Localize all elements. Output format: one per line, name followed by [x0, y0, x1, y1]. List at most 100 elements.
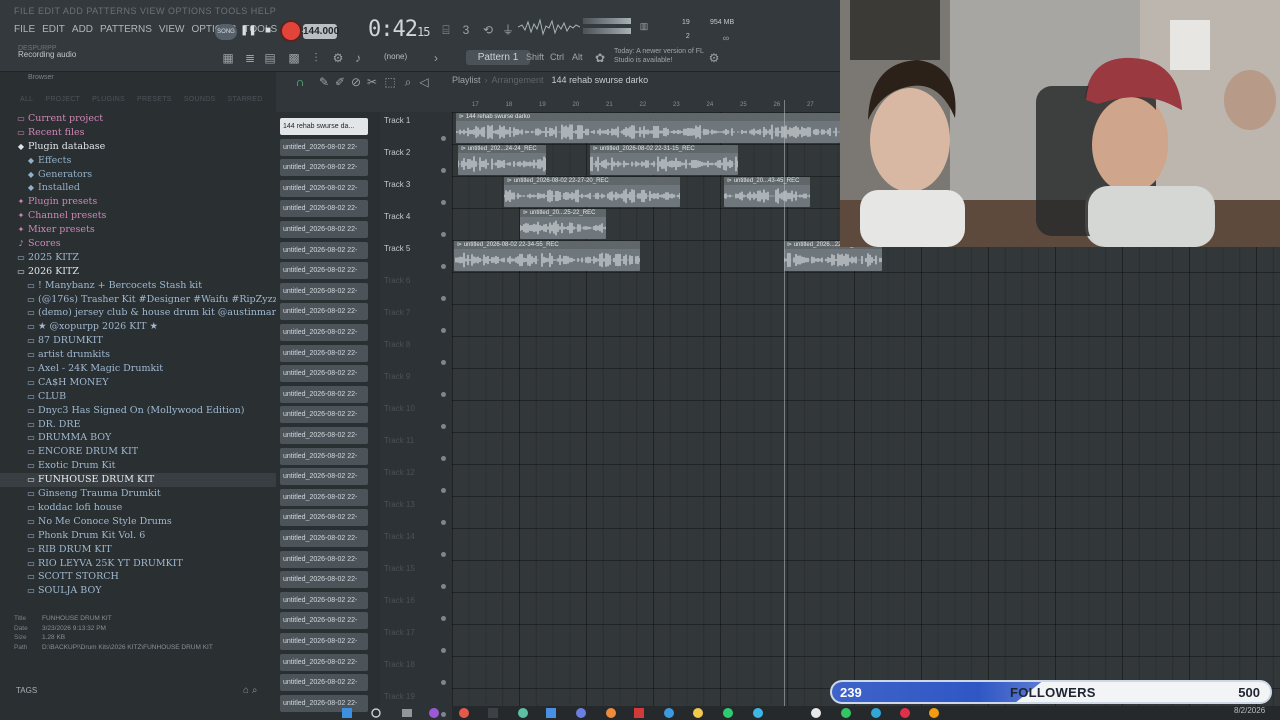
pattern-item[interactable]: untitled_2026-08-02 22-	[280, 179, 368, 197]
track-label[interactable]: Track 8	[384, 340, 410, 349]
track-label[interactable]: Track 18	[384, 660, 415, 669]
browser-item[interactable]: ▭ ENCORE DRUM KIT	[0, 445, 276, 459]
pattern-item[interactable]: untitled_2026-08-02 22-	[280, 488, 368, 506]
browser-item[interactable]: ▭ Ginseng Trauma Drumkit	[0, 487, 276, 501]
browser-item[interactable]: ▭ koddac lofi house	[0, 501, 276, 515]
audio-clip[interactable]: ⊳ untitled_2026-08-02 22-31-15_REC	[590, 145, 738, 175]
track-label[interactable]: Track 13	[384, 500, 415, 509]
search-icon[interactable]: ⌕	[252, 685, 258, 696]
metronome-icon[interactable]: ⌸	[438, 22, 454, 38]
track-mute-led[interactable]	[441, 200, 446, 205]
slice-tool-icon[interactable]: ✂	[364, 74, 380, 90]
chevron-right-icon[interactable]: ›	[428, 50, 444, 66]
pause-icon[interactable]: ❚❚	[240, 23, 257, 39]
tag-icon[interactable]: ⌂	[243, 685, 249, 696]
loop-record-icon[interactable]: ⟲	[480, 22, 496, 38]
select-tool-icon[interactable]: ⬚	[382, 74, 398, 90]
track-mute-led[interactable]	[441, 552, 446, 557]
browser-item[interactable]: ▭ FUNHOUSE DRUM KIT	[0, 473, 276, 488]
browser-item[interactable]: ◆ Installed	[0, 181, 276, 195]
pattern-item[interactable]: untitled_2026-08-02 22-	[280, 324, 368, 341]
wait-icon[interactable]: ⏚	[500, 22, 516, 38]
menu-item-add[interactable]: ADD	[72, 24, 93, 35]
pattern-item[interactable]: untitled_2026-08-02 22-	[280, 241, 368, 259]
pattern-selector[interactable]: Pattern 1	[466, 50, 530, 65]
pattern-item[interactable]: untitled_2026-08-02 22-	[280, 468, 368, 486]
paint-tool-icon[interactable]: ✐	[332, 74, 348, 90]
pattern-item[interactable]: untitled_2026-08-02 22-	[280, 303, 368, 321]
track-label[interactable]: Track 14	[384, 532, 415, 541]
browser-item[interactable]: ▭ Phonk Drum Kit Vol. 6	[0, 529, 276, 543]
track-mute-led[interactable]	[441, 616, 446, 621]
track-label[interactable]: Track 4	[384, 212, 410, 221]
track-label[interactable]: Track 5	[384, 244, 410, 253]
browser-item[interactable]: ✦ Mixer presets	[0, 223, 276, 237]
playlist-icon[interactable]: ▩	[286, 50, 302, 66]
playhead[interactable]	[784, 100, 785, 706]
pattern-item[interactable]: untitled_2026-08-02 22-	[280, 447, 368, 465]
song-mode-toggle[interactable]: SONG	[215, 24, 237, 40]
zoom-tool-icon[interactable]: ⌕	[400, 74, 416, 90]
browser-item[interactable]: ▭ 2025 KITZ	[0, 251, 276, 265]
pattern-item[interactable]: untitled_2026-08-02 22-	[280, 530, 368, 547]
timeline-ruler[interactable]: 17 18 19 20 21 22 23 24 25 26 27	[456, 100, 840, 112]
menu-item-edit[interactable]: EDIT	[42, 24, 65, 35]
browser-item[interactable]: ▭ ★ @xopurpp 2026 KIT ★	[0, 320, 276, 334]
browser-item[interactable]: ▭ SOULJA BOY	[0, 584, 276, 598]
track-label[interactable]: Track 3	[384, 180, 410, 189]
track-label[interactable]: Track 2	[384, 148, 410, 157]
pattern-item[interactable]: 144 rehab swurse da...	[280, 118, 368, 135]
pattern-item[interactable]: untitled_2026-08-02 22-	[280, 571, 368, 589]
pattern-item[interactable]: untitled_2026-08-02 22-	[280, 674, 368, 692]
track-mute-led[interactable]	[441, 232, 446, 237]
browser-item[interactable]: ♪ Scores	[0, 237, 276, 251]
pattern-item[interactable]: untitled_2026-08-02 22-	[280, 591, 368, 609]
browser-item[interactable]: ▭ No Me Conoce Style Drums	[0, 515, 276, 529]
pattern-item[interactable]: untitled_2026-08-02 22-	[280, 653, 368, 671]
browser-item[interactable]: ◆ Plugin database	[0, 140, 276, 154]
key-alt[interactable]: Alt	[572, 52, 583, 62]
magnet-icon[interactable]: ∩	[292, 74, 308, 90]
track-label[interactable]: Track 7	[384, 308, 410, 317]
draw-tool-icon[interactable]: ✎	[316, 74, 332, 90]
track-mute-led[interactable]	[441, 424, 446, 429]
tempo-display[interactable]: 144.000	[303, 24, 339, 39]
pattern-item[interactable]: untitled_2026-08-02 22-	[280, 221, 368, 238]
track-label[interactable]: Track 15	[384, 564, 415, 573]
browser-item[interactable]: ▭ (demo) jersey club & house drum kit @au…	[0, 306, 281, 320]
pattern-item[interactable]: untitled_2026-08-02 22-	[280, 633, 368, 650]
arrangement-label[interactable]: Arrangement	[492, 75, 544, 85]
browser-item[interactable]: ▭ Exotic Drum Kit	[0, 459, 276, 473]
audio-clip[interactable]: ⊳ untitled_2026-08-02 22-34-55_REC	[454, 241, 640, 271]
browser-item[interactable]: ▭ (@176s) Trasher Kit #Designer #Waifu #R…	[0, 293, 277, 307]
track-label[interactable]: Track 19	[384, 692, 415, 701]
track-mute-led[interactable]	[441, 680, 446, 685]
track-mute-led[interactable]	[441, 488, 446, 493]
menu-item-file[interactable]: FILE	[14, 24, 35, 35]
audio-clip[interactable]: ⊳ untitled_202...24-24_REC	[458, 145, 546, 175]
browser-item[interactable]: ◆ Generators	[0, 168, 276, 182]
browser-item[interactable]: ▭ 2026 KITZ	[0, 265, 276, 279]
snap-icon[interactable]: ▦	[220, 50, 236, 66]
mic-icon[interactable]: ♪	[350, 50, 366, 66]
time-display[interactable]: 0:4215	[368, 17, 430, 42]
news-panel[interactable]: Today: A newer version of FL Studio is a…	[614, 47, 710, 65]
pattern-item[interactable]: untitled_2026-08-02 22-	[280, 344, 368, 362]
step-edit-icon[interactable]: 3	[458, 22, 474, 38]
stop-icon[interactable]: ■	[260, 23, 276, 39]
track-mute-led[interactable]	[441, 136, 446, 141]
track-label[interactable]: Track 9	[384, 372, 410, 381]
menu-item-view[interactable]: VIEW	[159, 24, 185, 35]
browser-item[interactable]: ▭ Dnyc3 Has Signed On (Mollywood Edition)	[0, 404, 276, 418]
browser-item[interactable]: ▭ DR. DRE	[0, 418, 276, 432]
browser-item[interactable]: ▭ DRUMMA BOY	[0, 431, 276, 445]
record-button[interactable]	[282, 22, 300, 40]
browser-item[interactable]: ▭ CA$H MONEY	[0, 376, 276, 390]
track-mute-led[interactable]	[441, 392, 446, 397]
track-label[interactable]: Track 6	[384, 276, 410, 285]
track-label[interactable]: Track 12	[384, 468, 415, 477]
track-mute-led[interactable]	[441, 296, 446, 301]
browser-item[interactable]: ▭ Recent files	[0, 126, 276, 140]
pattern-item[interactable]: untitled_2026-08-02 22-	[280, 282, 368, 300]
delete-tool-icon[interactable]: ⊘	[348, 74, 364, 90]
